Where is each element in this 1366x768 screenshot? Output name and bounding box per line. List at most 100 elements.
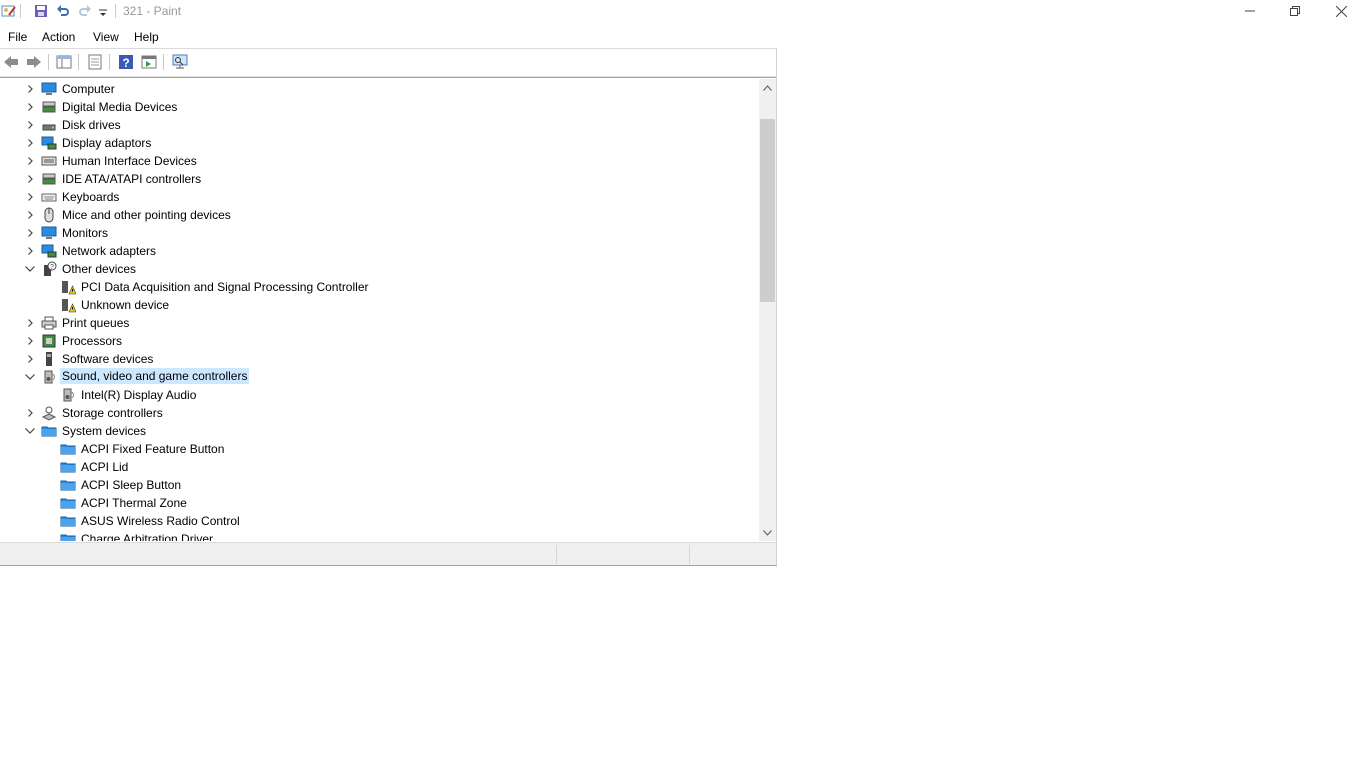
chevron-right-icon[interactable] bbox=[24, 227, 36, 239]
printer-icon bbox=[41, 315, 57, 331]
ide-controller-icon bbox=[41, 171, 57, 187]
tree-item-label: Sound, video and game controllers bbox=[60, 368, 250, 384]
paint-app-icon[interactable] bbox=[1, 3, 17, 19]
tree-category[interactable]: Human Interface Devices bbox=[0, 152, 759, 170]
tree-category[interactable]: Monitors bbox=[0, 224, 759, 242]
toolbar-divider bbox=[0, 76, 777, 78]
tree-item-label: PCI Data Acquisition and Signal Processi… bbox=[81, 280, 369, 294]
chevron-right-icon[interactable] bbox=[24, 83, 36, 95]
tree-device[interactable]: ACPI Sleep Button bbox=[0, 476, 759, 494]
chevron-right-icon[interactable] bbox=[24, 353, 36, 365]
title-separator bbox=[115, 4, 116, 18]
tree-item-label: Processors bbox=[62, 334, 123, 348]
menu-file[interactable]: File bbox=[8, 30, 27, 44]
svg-text:?: ? bbox=[122, 56, 129, 70]
chevron-right-icon[interactable] bbox=[24, 245, 36, 257]
tree-item-label: Monitors bbox=[62, 226, 109, 240]
unknown-device-icon: ? bbox=[41, 261, 57, 277]
storage-controller-icon bbox=[41, 405, 57, 421]
close-button[interactable] bbox=[1318, 0, 1364, 22]
tree-item-label: ACPI Lid bbox=[81, 460, 129, 474]
scroll-up-button[interactable] bbox=[759, 79, 776, 96]
tree-item-label: Other devices bbox=[62, 262, 137, 276]
chevron-down-icon[interactable] bbox=[24, 263, 36, 275]
speaker-icon bbox=[41, 369, 57, 385]
update-driver-icon[interactable] bbox=[139, 52, 159, 72]
tree-category[interactable]: Display adaptors bbox=[0, 134, 759, 152]
scan-hardware-changes-icon[interactable] bbox=[170, 52, 190, 72]
tree-category[interactable]: ? Other devices bbox=[0, 260, 759, 278]
menu-separator bbox=[0, 48, 777, 49]
warning-device-icon bbox=[60, 297, 77, 313]
tree-category[interactable]: Processors bbox=[0, 332, 759, 350]
restore-button[interactable] bbox=[1272, 0, 1318, 22]
chevron-right-icon[interactable] bbox=[24, 191, 36, 203]
tree-category[interactable]: Print queues bbox=[0, 314, 759, 332]
status-separator bbox=[689, 545, 690, 564]
tree-category[interactable]: Network adapters bbox=[0, 242, 759, 260]
tree-item-label: Digital Media Devices bbox=[62, 100, 178, 114]
tree-category[interactable]: Software devices bbox=[0, 350, 759, 368]
chevron-down-icon[interactable] bbox=[24, 425, 36, 437]
tree-device[interactable]: Intel(R) Display Audio bbox=[0, 386, 759, 404]
chevron-right-icon[interactable] bbox=[24, 101, 36, 113]
tree-device[interactable]: ACPI Thermal Zone bbox=[0, 494, 759, 512]
show-hide-console-tree-icon[interactable] bbox=[54, 52, 74, 72]
undo-icon[interactable] bbox=[55, 3, 71, 19]
back-arrow-icon[interactable] bbox=[1, 52, 21, 72]
tree-device[interactable]: Unknown device bbox=[0, 296, 759, 314]
tree-device[interactable]: ACPI Lid bbox=[0, 458, 759, 476]
tree-category[interactable]: Sound, video and game controllers bbox=[0, 368, 759, 386]
toolbar-separator bbox=[78, 54, 79, 70]
chevron-down-icon[interactable] bbox=[24, 371, 36, 383]
scrollbar-thumb[interactable] bbox=[760, 119, 775, 302]
chevron-down-icon bbox=[763, 529, 772, 536]
media-device-icon bbox=[41, 99, 57, 115]
chevron-right-icon[interactable] bbox=[24, 155, 36, 167]
tree-category[interactable]: IDE ATA/ATAPI controllers bbox=[0, 170, 759, 188]
chevron-right-icon[interactable] bbox=[24, 335, 36, 347]
tree-item-label: Network adapters bbox=[62, 244, 157, 258]
tree-item-label: Intel(R) Display Audio bbox=[81, 388, 197, 402]
tree-category[interactable]: Computer bbox=[0, 80, 759, 98]
menu-view[interactable]: View bbox=[93, 30, 119, 44]
properties-icon[interactable] bbox=[85, 52, 105, 72]
status-separator bbox=[556, 545, 557, 564]
tree-device[interactable]: ACPI Fixed Feature Button bbox=[0, 440, 759, 458]
status-bar bbox=[0, 542, 777, 566]
chevron-right-icon[interactable] bbox=[24, 209, 36, 221]
tree-category[interactable]: Disk drives bbox=[0, 116, 759, 134]
customize-quick-access-icon[interactable] bbox=[95, 3, 111, 19]
tree-item-label: Charge Arbitration Driver bbox=[81, 532, 214, 541]
help-icon[interactable]: ? bbox=[116, 52, 136, 72]
redo-icon[interactable] bbox=[77, 3, 93, 19]
tree-item-label: IDE ATA/ATAPI controllers bbox=[62, 172, 202, 186]
scroll-down-button[interactable] bbox=[759, 524, 776, 541]
save-icon[interactable] bbox=[33, 3, 49, 19]
chevron-right-icon[interactable] bbox=[24, 317, 36, 329]
chevron-right-icon[interactable] bbox=[24, 137, 36, 149]
chevron-right-icon[interactable] bbox=[24, 119, 36, 131]
minimize-button[interactable] bbox=[1227, 0, 1273, 22]
tree-category[interactable]: Keyboards bbox=[0, 188, 759, 206]
menu-action[interactable]: Action bbox=[42, 30, 75, 44]
tree-category[interactable]: Digital Media Devices bbox=[0, 98, 759, 116]
chevron-right-icon[interactable] bbox=[24, 407, 36, 419]
tree-item-label: ACPI Fixed Feature Button bbox=[81, 442, 225, 456]
chevron-right-icon[interactable] bbox=[24, 173, 36, 185]
tree-category[interactable]: Mice and other pointing devices bbox=[0, 206, 759, 224]
window-title: 321 - Paint bbox=[123, 4, 182, 18]
menu-help[interactable]: Help bbox=[134, 30, 159, 44]
system-folder-icon bbox=[60, 513, 76, 529]
vertical-scrollbar[interactable] bbox=[759, 79, 776, 541]
system-folder-icon bbox=[41, 423, 57, 439]
tree-item-label: Software devices bbox=[62, 352, 154, 366]
tree-category[interactable]: Storage controllers bbox=[0, 404, 759, 422]
tree-item-label: Computer bbox=[62, 82, 115, 96]
tree-category[interactable]: System devices bbox=[0, 422, 759, 440]
forward-arrow-icon[interactable] bbox=[24, 52, 44, 72]
device-tree[interactable]: Computer Digital Media Devices Disk drives… bbox=[0, 79, 759, 541]
tree-device[interactable]: Charge Arbitration Driver bbox=[0, 530, 759, 541]
tree-device[interactable]: ASUS Wireless Radio Control bbox=[0, 512, 759, 530]
tree-device[interactable]: PCI Data Acquisition and Signal Processi… bbox=[0, 278, 759, 296]
